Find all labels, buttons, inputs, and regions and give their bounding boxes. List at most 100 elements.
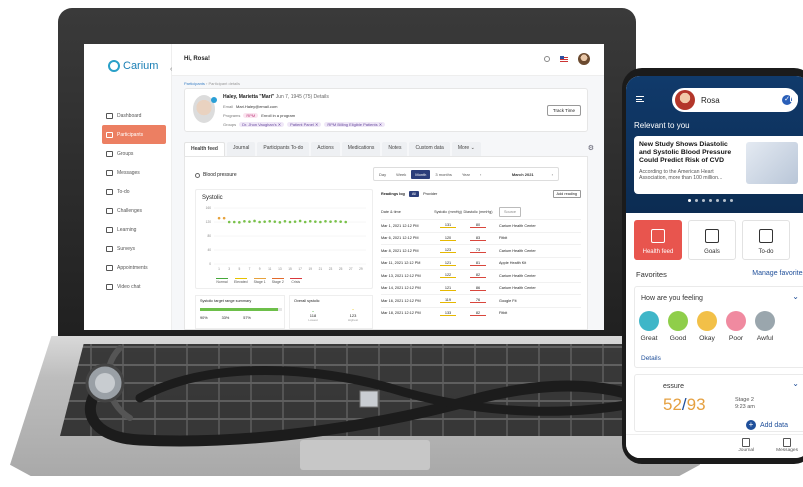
enroll-program-link[interactable]: Enroll in a program: [261, 113, 295, 118]
tab-health-feed[interactable]: Health feed: [184, 142, 225, 156]
program-chip[interactable]: RPM: [243, 113, 259, 118]
sidebar-item-groups[interactable]: Groups: [102, 144, 166, 163]
range-month[interactable]: Month: [411, 169, 431, 179]
mood-good[interactable]: Good: [668, 311, 688, 342]
highest-systolic: ⌃ 123 Highest: [347, 308, 359, 322]
source-select[interactable]: Source: [499, 207, 522, 217]
table-row[interactable]: Mar 18, 2021 12:12 PM 133 82 Fitbit: [381, 306, 581, 320]
tile-goals[interactable]: Goals: [688, 220, 736, 260]
mountain-icon: [705, 229, 719, 243]
x-tick-label: 7: [249, 267, 251, 271]
mood-poor[interactable]: Poor: [726, 311, 746, 342]
table-row[interactable]: Mar 16, 2021 12:12 PM 119 76 Google Fit: [381, 294, 581, 307]
range-day[interactable]: Day: [374, 172, 391, 177]
x-tick-label: 25: [339, 267, 343, 271]
sidebar-item-challenges[interactable]: Challenges: [102, 201, 166, 220]
metric-radio[interactable]: [195, 172, 200, 178]
tab-notes[interactable]: Notes: [382, 142, 408, 156]
tab-medications[interactable]: Medications: [341, 142, 381, 156]
add-reading-button[interactable]: Add reading: [552, 190, 581, 198]
table-row[interactable]: Mar 6, 2021 12:12 PM 120 83 Fitbit: [381, 231, 581, 245]
table-row[interactable]: Mar 1, 2021 12:12 PM 131 80 Carium Health C…: [381, 219, 581, 232]
y-tick-label: 40: [207, 248, 211, 252]
sidebar-item-surveys[interactable]: Surveys: [102, 239, 166, 258]
table-row[interactable]: Mar 13, 2021 12:12 PM 122 82 Carium Health …: [381, 269, 581, 282]
mood-okay[interactable]: Okay: [697, 311, 717, 342]
poor-face-icon: [726, 311, 746, 331]
mobile-user-pill[interactable]: Rosa ✓: [672, 88, 798, 112]
user-avatar[interactable]: [578, 53, 590, 65]
details-link[interactable]: Details: [641, 355, 661, 362]
gear-icon[interactable]: ⚙: [588, 144, 594, 152]
tab-actions[interactable]: Actions: [311, 142, 340, 156]
participant-email[interactable]: Mari.Haley@email.com: [236, 104, 277, 109]
chart-point: [293, 220, 297, 223]
bp-label: essure: [663, 383, 685, 390]
article-card[interactable]: New Study Shows Diastolic and Systolic B…: [634, 136, 803, 194]
manage-favorites-link[interactable]: Manage favorites: [752, 270, 803, 279]
y-tick-label: 120: [206, 220, 212, 224]
web-app-screen: Carium Dashboard Participants Groups Mes…: [84, 44, 604, 330]
table-row[interactable]: Mar 8, 2021 12:12 PM 123 73 Carium Health C…: [381, 244, 581, 257]
nav-messages[interactable]: Messages: [776, 435, 798, 458]
filter-provider[interactable]: Provider: [423, 192, 437, 196]
bell-icon[interactable]: [790, 93, 798, 102]
sidebar-item-appointments[interactable]: Appointments: [102, 258, 166, 277]
sidebar-item-learning[interactable]: Learning: [102, 220, 166, 239]
carousel-dots[interactable]: [688, 199, 733, 202]
range-year[interactable]: Year: [457, 172, 475, 177]
systolic-chart: 160120804001 3 5 7 9 11 13 15 17 19 21 23 25 27 29: [206, 206, 366, 271]
chart-point: [232, 220, 236, 224]
x-tick-label: 19: [308, 267, 312, 271]
target-range-summary: Systolic target range summary 90% 33% 57…: [195, 295, 285, 329]
sidebar-item-messages[interactable]: Messages: [102, 163, 166, 182]
carium-logo-icon: [108, 60, 120, 72]
filter-all[interactable]: All: [408, 191, 420, 197]
next-month-icon[interactable]: ›: [547, 172, 558, 177]
breadcrumb-participants[interactable]: Participants: [184, 81, 205, 86]
prev-month-icon[interactable]: ‹: [475, 172, 486, 177]
tab-custom-data[interactable]: Custom data: [409, 142, 450, 156]
tab-more[interactable]: More ⌄: [451, 142, 481, 156]
table-row[interactable]: Mar 14, 2021 12:12 PM 121 86 Carium Health …: [381, 281, 581, 295]
brand-logo[interactable]: Carium: [108, 60, 158, 72]
book-icon: [106, 226, 113, 233]
sidebar-item-dashboard[interactable]: Dashboard: [102, 106, 166, 125]
log-rows: Mar 1, 2021 12:12 PM 131 80 Carium Health C…: [381, 219, 581, 319]
chart-point: [329, 220, 332, 223]
track-time-button[interactable]: Track Time: [546, 105, 581, 116]
chevron-down-icon[interactable]: ⌄: [792, 379, 799, 388]
tile-todo[interactable]: To-do: [742, 220, 790, 260]
sidebar-item-video-chat[interactable]: Video chat: [102, 277, 166, 296]
mood-great[interactable]: Great: [639, 311, 659, 342]
mood-awful[interactable]: Awful: [755, 311, 775, 342]
tab-participants-todo[interactable]: Participants To-do: [257, 142, 310, 156]
menu-icon[interactable]: [636, 96, 644, 102]
tab-journal[interactable]: Journal: [226, 142, 256, 156]
chevron-down-icon[interactable]: ⌄: [792, 292, 799, 301]
mobile-bottom-nav: Journal Messages: [626, 434, 803, 458]
add-data-button[interactable]: + Add data: [746, 420, 788, 430]
sidebar-item-participants[interactable]: Participants: [102, 125, 166, 144]
clipboard-icon: [759, 229, 773, 243]
tile-health-feed[interactable]: Health feed: [634, 220, 682, 260]
chart-point: [339, 220, 342, 223]
group-chip[interactable]: Dr. Jhon Vaughan's ✕: [239, 122, 285, 127]
x-tick-label: 5: [238, 267, 240, 271]
legend-swatch: [289, 278, 302, 279]
range-3-months[interactable]: 3 months: [430, 172, 456, 177]
reading-systolic: 131: [433, 223, 463, 229]
group-chip[interactable]: RPM Billing Eligible Patients ✕: [324, 122, 386, 127]
chart-point: [319, 220, 322, 224]
nav-journal[interactable]: Journal: [738, 435, 754, 458]
chart-point: [283, 220, 287, 223]
group-chip[interactable]: Patient Panel ✕: [287, 122, 322, 127]
table-row[interactable]: Mar 11, 2021 12:12 PM 121 81 Apple Health K…: [381, 256, 581, 270]
us-flag-icon[interactable]: [560, 56, 568, 62]
details-link[interactable]: Details: [314, 94, 329, 100]
help-icon[interactable]: [544, 56, 550, 62]
reading-date: Mar 16, 2021 12:12 PM: [381, 298, 421, 303]
reading-source: Google Fit: [499, 298, 517, 303]
sidebar-item-todo[interactable]: To-do: [102, 182, 166, 201]
range-week[interactable]: Week: [391, 172, 411, 177]
